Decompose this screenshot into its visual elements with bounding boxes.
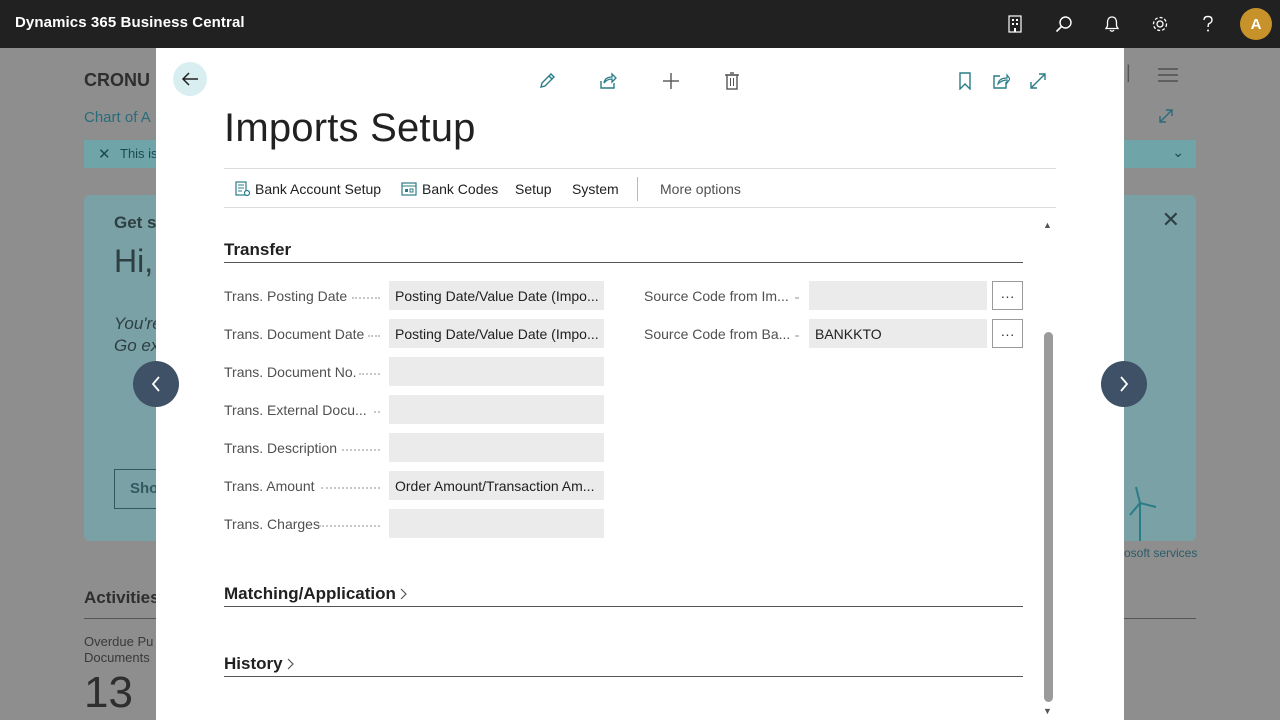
notification-text: This is xyxy=(120,146,158,161)
share-icon[interactable] xyxy=(597,70,619,92)
scroll-down-icon[interactable]: ▼ xyxy=(1043,706,1052,716)
bank-account-setup-label: Bank Account Setup xyxy=(255,181,382,197)
back-arrow-icon xyxy=(181,72,198,86)
bookmark-icon[interactable] xyxy=(954,70,976,92)
action-bar: Bank Account Setup Bank Codes Setup Syst… xyxy=(224,168,1056,208)
field-leader xyxy=(795,297,799,299)
field-leader xyxy=(352,297,380,299)
trans-document-date-label: Trans. Document Date xyxy=(224,326,365,342)
trans-description-label: Trans. Description xyxy=(224,440,338,456)
bank-account-setup-action[interactable]: Bank Account Setup xyxy=(235,181,381,197)
back-button[interactable] xyxy=(173,62,207,96)
matching-section-title: Matching/Application xyxy=(224,584,396,603)
history-section-title: History xyxy=(224,654,283,673)
imports-setup-dialog: Imports Setup Bank Account Setup Bank Co… xyxy=(156,48,1124,720)
card-heading: Get s xyxy=(114,213,157,232)
next-record-button[interactable] xyxy=(1101,361,1147,407)
add-icon[interactable] xyxy=(660,70,682,92)
delete-icon[interactable] xyxy=(721,70,743,92)
trans-external-document-label: Trans. External Docu... xyxy=(224,402,367,418)
company-icon[interactable] xyxy=(1003,12,1027,36)
field-leader xyxy=(342,449,380,451)
company-name: CRONU xyxy=(84,70,150,90)
source-code-bank-field[interactable]: BANKKTO xyxy=(809,319,987,348)
trans-external-document-field[interactable] xyxy=(389,395,604,424)
overdue-label-line-2: Documents xyxy=(84,650,150,665)
field-leader xyxy=(374,411,380,413)
chevron-left-icon xyxy=(151,376,160,392)
section-divider xyxy=(224,676,1023,677)
trans-charges-label: Trans. Charges xyxy=(224,516,320,532)
trans-amount-field[interactable]: Order Amount/Transaction Am... xyxy=(389,471,604,500)
card-greeting: Hi, xyxy=(114,243,154,279)
open-new-window-icon[interactable] xyxy=(990,70,1012,92)
setup-menu[interactable]: Setup xyxy=(515,181,552,197)
bank-codes-icon xyxy=(401,182,417,196)
chevron-right-icon xyxy=(287,658,294,670)
chevron-right-icon xyxy=(1120,376,1129,392)
source-code-import-label: Source Code from Im... xyxy=(644,288,789,304)
page-title: Imports Setup xyxy=(224,106,476,150)
help-icon[interactable] xyxy=(1196,12,1220,36)
search-icon[interactable] xyxy=(1052,12,1076,36)
action-separator xyxy=(637,177,638,201)
section-divider xyxy=(224,606,1023,607)
trans-document-date-field[interactable]: Posting Date/Value Date (Impo... xyxy=(389,319,604,348)
chevron-right-icon xyxy=(400,588,407,600)
trans-posting-date-field[interactable]: Posting Date/Value Date (Impo... xyxy=(389,281,604,310)
edit-icon[interactable] xyxy=(536,70,558,92)
scroll-up-icon[interactable]: ▲ xyxy=(1043,220,1052,230)
close-icon[interactable]: ✕ xyxy=(98,145,111,163)
field-leader xyxy=(795,335,799,337)
previous-record-button[interactable] xyxy=(133,361,179,407)
card-text-line-2: Go ex xyxy=(114,336,160,355)
scrollbar-thumb[interactable] xyxy=(1044,332,1053,702)
expand-icon[interactable] xyxy=(1158,108,1174,129)
overdue-label: Overdue Pu Documents xyxy=(84,634,153,666)
field-leader xyxy=(321,487,380,489)
trans-document-no-label: Trans. Document No. xyxy=(224,364,357,380)
trans-amount-label: Trans. Amount xyxy=(224,478,315,494)
trans-charges-field[interactable] xyxy=(389,509,604,538)
source-code-import-lookup-button[interactable]: ··· xyxy=(992,281,1023,310)
trans-posting-date-label: Trans. Posting Date xyxy=(224,288,348,304)
system-menu[interactable]: System xyxy=(572,181,619,197)
app-title[interactable]: Dynamics 365 Business Central xyxy=(15,14,245,31)
divider-icon: | xyxy=(1126,62,1131,82)
wind-turbine-icon xyxy=(1129,486,1157,541)
section-divider xyxy=(224,262,1023,263)
close-icon[interactable]: ✕ xyxy=(1162,207,1180,233)
hamburger-icon[interactable] xyxy=(1158,66,1178,87)
field-leader xyxy=(368,335,380,337)
trans-document-no-field[interactable] xyxy=(389,357,604,386)
source-code-bank-lookup-button[interactable]: ··· xyxy=(992,319,1023,348)
source-code-import-field[interactable] xyxy=(809,281,987,310)
card-text-line-1: You're xyxy=(114,314,162,333)
expand-icon[interactable] xyxy=(1027,70,1049,92)
avatar[interactable]: A xyxy=(1240,8,1272,40)
chevron-down-icon[interactable]: ⌄ xyxy=(1172,144,1184,161)
matching-section-header[interactable]: Matching/Application xyxy=(224,584,408,604)
trans-description-field[interactable] xyxy=(389,433,604,462)
bell-icon[interactable] xyxy=(1100,12,1124,36)
breadcrumb[interactable]: Chart of A xyxy=(84,109,151,126)
more-options-button[interactable]: More options xyxy=(660,181,741,197)
field-leader xyxy=(319,525,380,527)
app-bar: Dynamics 365 Business Central A xyxy=(0,0,1280,48)
bank-codes-label: Bank Codes xyxy=(422,181,499,197)
field-leader xyxy=(359,373,380,375)
bank-account-setup-icon xyxy=(235,181,250,197)
overdue-label-line-1: Overdue Pu xyxy=(84,634,154,649)
services-link[interactable]: osoft services xyxy=(1124,546,1197,560)
overdue-count[interactable]: 13 xyxy=(84,668,133,718)
history-section-header[interactable]: History xyxy=(224,654,295,674)
source-code-bank-label: Source Code from Ba... xyxy=(644,326,791,342)
bank-codes-action[interactable]: Bank Codes xyxy=(401,181,498,197)
gear-icon[interactable] xyxy=(1148,12,1172,36)
transfer-section-title[interactable]: Transfer xyxy=(224,240,291,260)
card-text: You're Go ex xyxy=(114,313,162,357)
activities-title: Activities xyxy=(84,588,160,607)
